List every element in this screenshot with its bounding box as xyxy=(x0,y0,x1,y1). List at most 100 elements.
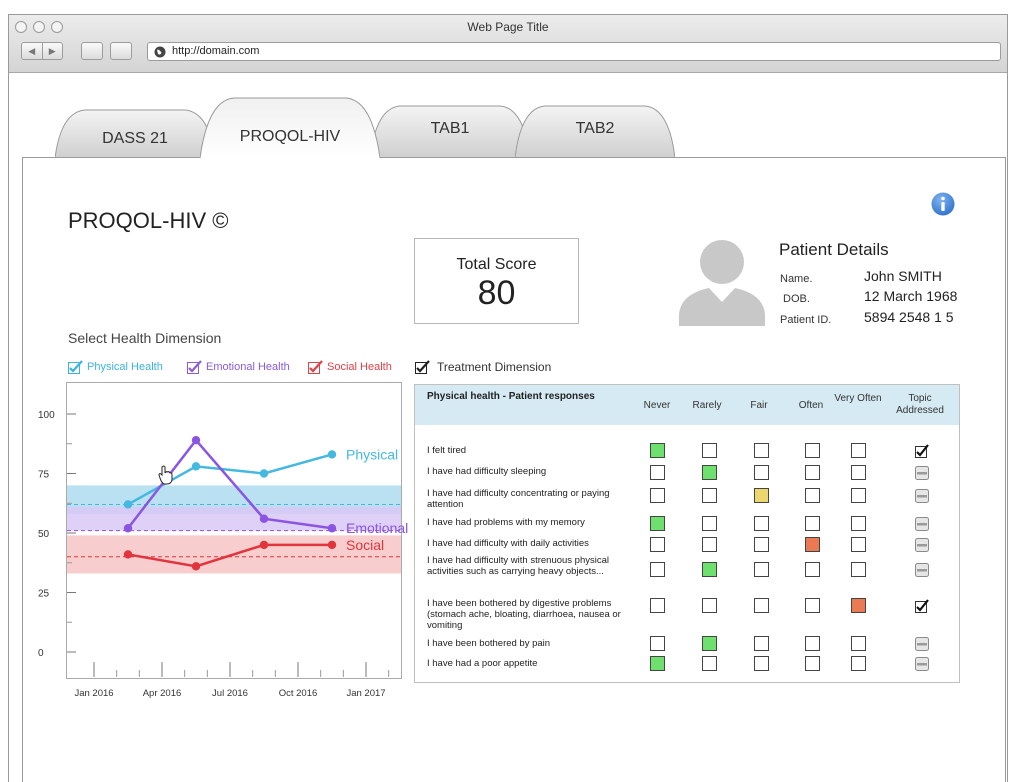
toolbar-button[interactable] xyxy=(81,42,103,60)
topic-addressed-check-icon[interactable] xyxy=(915,599,929,613)
y-tick-label: 100 xyxy=(38,410,55,421)
url-bar[interactable]: http://domain.com xyxy=(147,42,1001,61)
response-checkbox[interactable] xyxy=(805,598,820,613)
info-icon[interactable] xyxy=(931,192,955,216)
emotional-health-checkbox[interactable]: Emotional Health xyxy=(187,360,290,374)
response-checkbox[interactable] xyxy=(754,562,769,577)
nav-buttons: ◀ ▶ xyxy=(21,42,63,60)
response-checkbox[interactable] xyxy=(805,443,820,458)
toolbar-button[interactable] xyxy=(110,42,132,60)
response-checkbox[interactable] xyxy=(851,516,866,531)
response-checkbox[interactable] xyxy=(851,443,866,458)
response-checkbox[interactable] xyxy=(754,656,769,671)
topic-addressed-pending-icon[interactable] xyxy=(915,489,929,503)
response-checkbox[interactable] xyxy=(702,598,717,613)
response-checkbox[interactable] xyxy=(650,516,665,531)
question-text: I have been bothered by pain xyxy=(427,638,551,649)
response-checkbox[interactable] xyxy=(851,562,866,577)
response-checkbox[interactable] xyxy=(702,488,717,503)
page-title: PROQOL-HIV © xyxy=(68,208,229,233)
response-checkbox[interactable] xyxy=(851,636,866,651)
response-checkbox[interactable] xyxy=(650,488,665,503)
series-label-emotional: Emotional xyxy=(346,520,408,536)
social-health-checkbox[interactable]: Social Health xyxy=(308,360,392,374)
topic-addressed-pending-icon[interactable] xyxy=(915,637,929,651)
checkbox-icon xyxy=(68,360,83,374)
response-checkbox[interactable] xyxy=(851,598,866,613)
question-text: I felt tired xyxy=(427,445,467,456)
response-checkbox[interactable] xyxy=(702,443,717,458)
response-checkbox[interactable] xyxy=(805,636,820,651)
tab-tab1[interactable]: TAB1 xyxy=(370,100,530,160)
health-dimension-chart: 0 25 50 75 100 Jan 2016 Apr 2016 Jul 2016 Oct 20… xyxy=(38,410,408,699)
window-title: Web Page Title xyxy=(467,20,549,34)
response-checkbox[interactable] xyxy=(754,598,769,613)
response-checkbox[interactable] xyxy=(702,636,717,651)
response-checkbox[interactable] xyxy=(805,465,820,480)
social-health-label: Social Health xyxy=(327,361,392,373)
response-checkbox[interactable] xyxy=(754,537,769,552)
x-tick-label: Jul 2016 xyxy=(212,688,248,699)
response-checkbox[interactable] xyxy=(805,537,820,552)
topic-addressed-pending-icon[interactable] xyxy=(915,657,929,671)
response-checkbox[interactable] xyxy=(650,537,665,552)
response-checkbox[interactable] xyxy=(851,537,866,552)
back-icon[interactable]: ◀ xyxy=(22,43,42,59)
response-checkbox[interactable] xyxy=(851,488,866,503)
question-text: I have had difficulty sleeping xyxy=(427,466,547,477)
response-checkbox[interactable] xyxy=(650,598,665,613)
checkbox-icon xyxy=(308,360,323,374)
question-text: I have had difficulty with strenuous phy… xyxy=(427,555,610,577)
data-point-emotional xyxy=(123,524,133,533)
total-score-value: 80 xyxy=(477,274,516,312)
tab-dass21[interactable]: DASS 21 xyxy=(55,100,215,160)
response-checkbox[interactable] xyxy=(754,465,769,480)
series-label-social: Social xyxy=(346,537,384,553)
response-checkbox[interactable] xyxy=(650,465,665,480)
response-checkbox[interactable] xyxy=(650,656,665,671)
response-checkbox[interactable] xyxy=(754,516,769,531)
response-checkbox[interactable] xyxy=(702,562,717,577)
response-checkbox[interactable] xyxy=(805,516,820,531)
response-checkbox[interactable] xyxy=(851,656,866,671)
patient-id-label: Patient ID. xyxy=(780,314,832,326)
responses-title: Physical health - Patient responses xyxy=(427,391,595,402)
response-checkbox[interactable] xyxy=(650,562,665,577)
physical-health-checkbox[interactable]: Physical Health xyxy=(68,360,163,374)
response-checkbox[interactable] xyxy=(805,656,820,671)
response-checkbox[interactable] xyxy=(851,465,866,480)
tab-tab2[interactable]: TAB2 xyxy=(515,100,675,160)
response-checkbox[interactable] xyxy=(754,443,769,458)
avatar xyxy=(679,240,765,326)
column-header-fair: Fair xyxy=(750,400,768,411)
topic-addressed-pending-icon[interactable] xyxy=(915,538,929,552)
response-checkbox[interactable] xyxy=(805,488,820,503)
response-checkbox[interactable] xyxy=(754,636,769,651)
column-header-never: Never xyxy=(643,400,671,411)
topic-addressed-pending-icon[interactable] xyxy=(915,563,929,577)
response-checkbox[interactable] xyxy=(805,562,820,577)
tab-proqol-hiv[interactable]: PROQOL-HIV xyxy=(200,96,380,159)
globe-icon xyxy=(154,46,166,58)
topic-addressed-pending-icon[interactable] xyxy=(915,466,929,480)
topic-addressed-check-icon[interactable] xyxy=(915,444,929,458)
response-checkbox[interactable] xyxy=(702,656,717,671)
data-point-emotional xyxy=(191,435,201,445)
tab-label: TAB1 xyxy=(430,120,470,137)
browser-titlebar: Web Page Title ◀ ▶ http://domain.com xyxy=(9,15,1007,73)
response-checkbox[interactable] xyxy=(702,465,717,480)
question-text: I have been bothered by digestive proble… xyxy=(427,598,621,631)
response-checkbox[interactable] xyxy=(650,443,665,458)
forward-icon[interactable]: ▶ xyxy=(41,43,63,59)
response-checkbox[interactable] xyxy=(650,636,665,651)
treatment-dimension-checkbox[interactable]: Treatment Dimension xyxy=(415,360,551,374)
response-checkbox[interactable] xyxy=(702,516,717,531)
data-point-physical xyxy=(123,500,133,509)
hand-cursor-icon xyxy=(158,465,173,485)
y-tick-label: 0 xyxy=(38,648,44,659)
topic-addressed-pending-icon[interactable] xyxy=(915,517,929,531)
response-checkbox[interactable] xyxy=(702,537,717,552)
response-checkbox[interactable] xyxy=(754,488,769,503)
x-tick-label: Oct 2016 xyxy=(279,688,318,699)
column-header-topic-addressed: Topic Addressed xyxy=(896,393,944,416)
